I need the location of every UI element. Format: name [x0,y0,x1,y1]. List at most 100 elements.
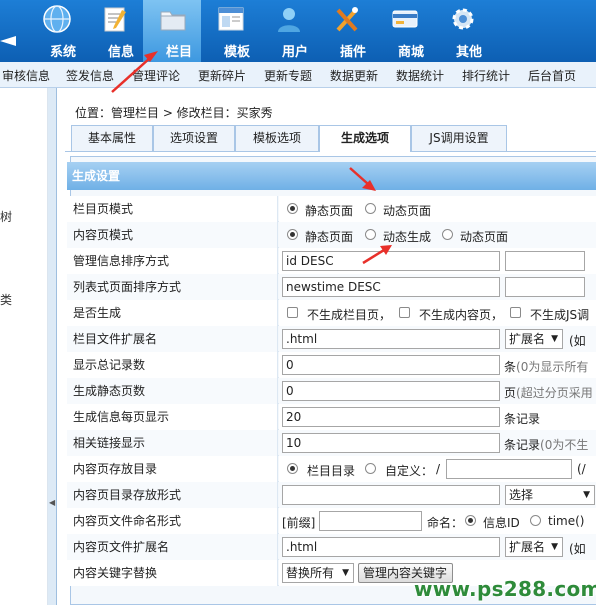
hint-unit: 页 [504,386,517,400]
option-label: time() [548,514,585,528]
nav-label-system: 系统 [49,45,76,60]
sub-nav-item[interactable]: 管理评论 [132,67,180,84]
sub-nav-item[interactable]: 更新碎片 [198,67,246,84]
static-pages-input[interactable]: 0 [282,381,500,401]
dir-form-input[interactable] [282,485,500,505]
sub-nav-bar: 审核信息 签发信息 管理评论 更新碎片 更新专题 数据更新 数据统计 排行统计 … [0,62,596,88]
row-value: .html 扩展名 ▼ (如 [279,326,596,352]
tab-js[interactable]: JS调用设置 [411,125,507,151]
list-sort-extra-input[interactable] [505,277,585,297]
panel-splitter[interactable]: ◀ [48,88,57,605]
nav-other[interactable]: 其他 [433,0,491,62]
tab-template[interactable]: 模板选项 [235,125,319,151]
tab-generate[interactable]: 生成选项 [319,125,411,152]
row-total-records: 显示总记录数 0 条(0为显示所有 [67,352,596,378]
row-per-page: 生成信息每页显示 20 条记录 [67,404,596,430]
left-tree-fragment[interactable]: 类 [0,291,12,308]
row-label: 栏目文件扩展名 [67,326,278,352]
row-value: 10 条记录(0为不生 [279,430,596,456]
list-sort-input[interactable]: newstime DESC [282,277,500,297]
row-value: id DESC [279,248,596,274]
sub-nav-item[interactable]: 排行统计 [462,67,510,84]
radio-content-dynamic[interactable] [442,229,453,240]
radio-content-static[interactable] [287,229,298,240]
row-label: 内容页文件命名形式 [67,508,278,534]
window-icon [218,7,244,31]
option-label: 不生成栏目页， [307,308,392,322]
path-separator: / [436,462,441,476]
content-ext-input[interactable]: .html [282,537,500,557]
radio-naming-time[interactable] [530,515,541,526]
custom-dir-input[interactable] [446,459,572,479]
content-ext-select[interactable]: 扩展名 ▼ [505,537,563,557]
radio-list-static[interactable] [287,203,298,214]
row-label: 生成静态页数 [67,378,278,404]
info-sort-input[interactable]: id DESC [282,251,500,271]
prefix-input[interactable] [319,511,422,531]
radio-dir-column[interactable] [287,463,298,474]
hint-unit: 条 [504,360,517,374]
chevron-down-icon: ▼ [551,542,558,552]
main-content: 位置：管理栏目 > 修改栏目：买家秀 基本属性 选项设置 模板选项 生成选项 J… [57,88,596,605]
tab-options[interactable]: 选项设置 [153,125,235,151]
row-hint: 条(0为显示所有 [504,358,588,375]
checkbox-no-js[interactable] [510,307,521,318]
row-content-ext: 内容页文件扩展名 .html 扩展名 ▼ (如 [67,534,596,560]
list-ext-input[interactable]: .html [282,329,500,349]
radio-naming-id[interactable] [465,515,476,526]
row-list-sort: 列表式页面排序方式 newstime DESC [67,274,596,300]
row-value: 20 条记录 [279,404,596,430]
row-label: 内容页目录存放形式 [67,482,278,508]
radio-content-dyngen[interactable] [365,229,376,240]
replace-select[interactable]: 替换所有 ▼ [282,563,354,583]
nav-label-shop: 商城 [397,45,424,60]
collapse-left-icon[interactable]: ◀ [49,498,55,507]
option-label: 静态页面 [305,230,354,244]
total-records-input[interactable]: 0 [282,355,500,375]
per-page-input[interactable]: 20 [282,407,500,427]
chevron-down-icon: ▼ [342,568,349,578]
row-generate: 是否生成 不生成栏目页， 不生成内容页， 不生成JS调 [67,300,596,326]
row-label: 列表式页面排序方式 [67,274,278,300]
checkbox-no-list[interactable] [287,307,298,318]
tab-basic[interactable]: 基本属性 [71,125,153,151]
sub-nav-item[interactable]: 更新专题 [264,67,312,84]
row-label: 内容页模式 [67,222,278,248]
sub-nav-item[interactable]: 审核信息 [2,67,50,84]
card-icon [392,10,418,28]
nav-system[interactable]: 系统 [27,0,85,62]
option-label: 信息ID [483,516,520,530]
row-value: 静态页面 动态生成 动态页面 [279,222,596,248]
top-nav-bar: 系统 信息 栏目 模板 用户 插件 商城 其他 [0,0,596,62]
row-label: 栏目页模式 [67,196,278,222]
select-value: 替换所有 [286,566,335,580]
nav-plugin[interactable]: 插件 [317,0,375,62]
dir-form-select[interactable]: 选择 ▼ [505,485,595,505]
row-static-pages: 生成静态页数 0 页(超过分页采用 [67,378,596,404]
nav-template[interactable]: 模板 [201,0,259,62]
option-label: 不生成内容页， [419,308,504,322]
nav-user[interactable]: 用户 [259,0,317,62]
radio-dir-custom[interactable] [365,463,376,474]
hint-note: (0为显示所有 [516,360,589,374]
hint-unit: 条记录 [504,438,541,452]
nav-column[interactable]: 栏目 [143,0,201,62]
option-label: 不生成JS调 [530,308,590,322]
hint-unit: 条记录 [504,412,541,426]
option-label: 动态页面 [460,230,509,244]
nav-shop[interactable]: 商城 [375,0,433,62]
sub-nav-item[interactable]: 签发信息 [66,67,114,84]
checkbox-no-content[interactable] [399,307,410,318]
related-links-input[interactable]: 10 [282,433,500,453]
select-value: 选择 [509,488,534,502]
list-ext-select[interactable]: 扩展名 ▼ [505,329,563,349]
sub-nav-item[interactable]: 数据统计 [396,67,444,84]
sub-nav-item[interactable]: 数据更新 [330,67,378,84]
radio-list-dynamic[interactable] [365,203,376,214]
info-sort-extra-input[interactable] [505,251,585,271]
row-value: .html 扩展名 ▼ (如 [279,534,596,560]
sub-nav-item[interactable]: 后台首页 [528,67,576,84]
left-tree-fragment[interactable]: 树 [0,208,12,225]
row-list-mode: 栏目页模式 静态页面 动态页面 [67,196,596,222]
nav-info[interactable]: 信息 [85,0,143,62]
